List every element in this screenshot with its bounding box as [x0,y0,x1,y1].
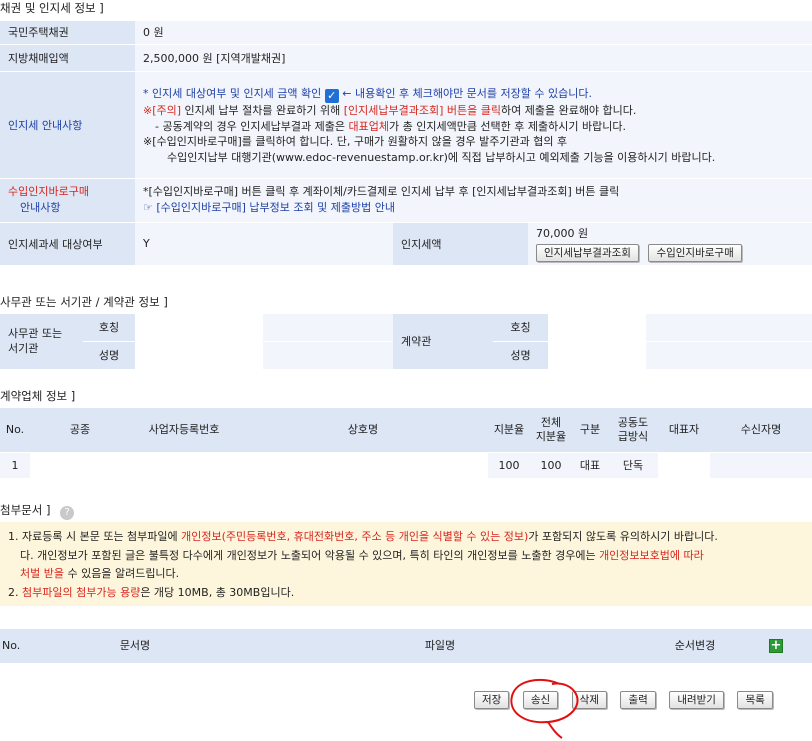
contract-name-value [548,341,646,370]
row-work-type [30,452,130,479]
caution-text-end: 하여 제출을 완료해야 합니다. [500,104,637,117]
bond-table: 국민주택채권 0 원 지방채매입액 2,500,000 원 [지역개발채권] 인… [0,21,812,266]
purchase-info: *[수입인지바로구매] 버튼 클릭 후 계좌이체/카드결제로 인지세 납부 후 … [135,178,812,223]
taxable-value: Y [135,222,393,266]
purchase-info-label: 수입인지바로구매 안내사항 [0,178,135,223]
purchase-guide-link[interactable]: ☞ [수입인지바로구매] 납부정보 조회 및 제출방법 안내 [143,200,804,216]
officer-name-value [135,341,263,370]
stamp-amount-label: 인지세액 [393,222,528,266]
stamp-tax-info: * 인지세 대상여부 및 인지세 금액 확인 ✓ ← 내용확인 후 체크해야만 … [135,71,812,179]
col-joint-method: 공동도 급방식 [608,408,658,453]
row-no: 1 [0,452,30,479]
contract-name-extra [646,341,812,370]
officer-title-extra [263,314,393,342]
stamp-amount-value: 70,000 원 [536,226,589,240]
officer-name-extra [263,341,393,370]
bond-section-title: 채권 및 인지세 정보 ] [0,1,104,15]
col-no: No. [0,408,30,453]
caution-label: ※[주의] [143,104,182,117]
rep-company-highlight: 대표업체 [348,119,389,133]
row-total-share: 100 [530,452,572,479]
col-recipient: 수신자명 [710,408,812,453]
print-button[interactable]: 출력 [620,691,656,709]
attach-title-text: 첨부문서 ] [0,503,51,517]
col-share: 지분율 [488,408,530,453]
contract-title-value [548,314,646,342]
row-biz-number [130,452,238,479]
download-button[interactable]: 내려받기 [669,691,724,709]
caution-text: 인지세 납부 절차를 완료하기 위해 [181,104,344,117]
contract-officer-label: 계약관 [393,314,493,370]
contract-title-label: 호칭 [493,314,548,342]
row-company-name [238,452,488,479]
attach-table: No. 문서명 파일명 순서변경 + [0,629,812,664]
row-recipient [710,452,812,479]
row-method: 단독 [608,452,658,479]
stamp-check-text: * 인지세 대상여부 및 인지세 금액 확인 [143,87,322,100]
contract-name-label: 성명 [493,341,548,370]
attach-add-cell: + [740,629,812,664]
col-ceo: 대표자 [658,408,710,453]
attach-col-file: 파일명 [230,629,650,664]
attach-section-title: 첨부문서 ] ? [0,502,75,520]
attach-col-doc: 문서명 [40,629,230,664]
taxable-label: 인지세과세 대상여부 [0,222,135,266]
housing-bond-label: 국민주택채권 [0,21,135,45]
col-work-type: 공종 [30,408,130,453]
annotation-circle [510,679,579,739]
officer-name-label: 성명 [83,341,135,370]
joint-contract-text-end: 가 총 인지세액만큼 선택한 후 제출하시기 바랍니다. [388,119,626,133]
buy-stamp-button[interactable]: 수입인지바로구매 [648,243,742,262]
stamp-tax-label: 인지세 안내사항 [0,71,135,179]
row-share: 100 [488,452,530,479]
purchase-info-line: *[수입인지바로구매] 버튼 클릭 후 계좌이체/카드결제로 인지세 납부 후 … [143,185,620,198]
office-table: 사무관 또는 서기관 호칭 계약관 호칭 성명 성명 [0,314,812,370]
company-section-title: 계약업체 정보 ] [0,389,76,403]
officer-title-value [135,314,263,342]
col-company-name: 상호명 [238,408,488,453]
officer-label-2: 서기관 [8,342,39,356]
joint-contract-text: - 공동계약의 경우 인지세납부결과 제출은 [155,119,349,133]
office-section-title: 사무관 또는 서기관 / 계약관 정보 ] [0,295,168,309]
row-ceo [658,452,710,479]
attach-col-order: 순서변경 [650,629,740,664]
officer-label-1: 사무관 또는 [8,327,63,341]
col-total-share: 전체 지분율 [530,408,572,453]
add-file-icon[interactable]: + [769,638,783,653]
purchase-note: ※[수입인지바로구매]를 클릭하여 합니다. 단, 구매가 원활하지 않을 경우… [143,135,568,148]
checkbox-checked-icon[interactable]: ✓ [324,89,339,103]
stamp-check-hint: ← 내용확인 후 체크해야만 문서를 저장할 수 있습니다. [342,87,592,100]
col-type: 구분 [572,408,608,453]
housing-bond-value: 0 원 [135,21,812,45]
stamp-amount-cell: 70,000 원 인지세납부결과조회 수입인지바로구매 [528,222,812,266]
attach-notice: 1. 자료등록 시 본문 또는 첨부파일에 개인정보(주민등록번호, 휴대전화번… [0,522,812,606]
agency-note: 수입인지납부 대행기관(www.edoc-revenuestamp.or.kr)… [167,150,716,164]
row-type: 대표 [572,452,608,479]
contract-title-extra [646,314,812,342]
attach-col-no: No. [0,629,40,664]
local-bond-value: 2,500,000 원 [지역개발채권] [135,44,812,72]
officer-title-label: 호칭 [83,314,135,342]
company-table: No. 공종 사업자등록번호 상호명 지분율 전체 지분율 구분 공동도 급방식 대… [0,408,812,479]
purchase-label-2: 안내사항 [20,201,61,214]
caution-highlight: [인지세납부결과조회] 버튼을 클릭 [343,104,501,117]
col-biz-number: 사업자등록번호 [130,408,238,453]
table-row[interactable]: 1 100 100 대표 단독 [0,452,812,479]
list-button[interactable]: 목록 [737,691,773,709]
officer-label: 사무관 또는 서기관 [0,314,83,370]
local-bond-label: 지방채매입액 [0,44,135,72]
purchase-label-1: 수입인지바로구매 [8,185,89,198]
stamp-result-button[interactable]: 인지세납부결과조회 [536,243,639,262]
help-icon[interactable]: ? [60,506,75,520]
